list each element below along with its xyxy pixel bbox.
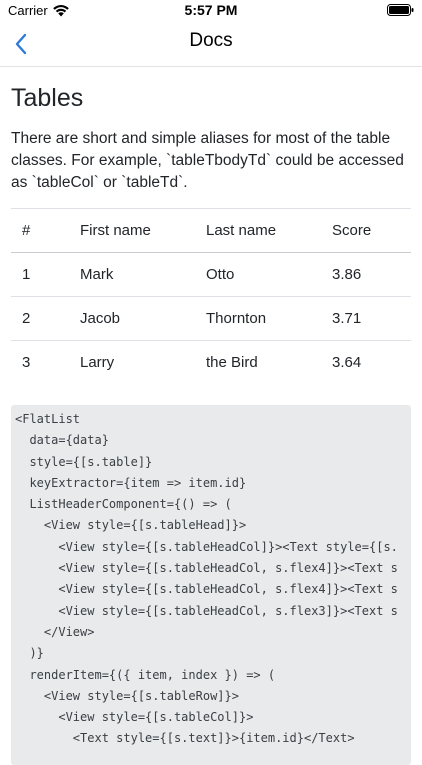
battery-icon <box>387 4 414 16</box>
example-table: # First name Last name Score 1 Mark Otto… <box>11 208 411 384</box>
navigation-bar: Docs <box>0 22 422 67</box>
code-line: <View style={[s.tableCol]}> <box>15 710 254 725</box>
table-cell: Larry <box>69 340 195 384</box>
page-title: Tables <box>11 84 84 112</box>
code-line: <FlatList <box>15 412 81 426</box>
code-line: <View style={[s.tableHeadCol, s.flex4]}>… <box>15 561 398 576</box>
code-line: ListHeaderComponent={() => ( <box>15 497 232 512</box>
code-line: <View style={[s.tableHeadCol]}><Text sty… <box>15 539 398 554</box>
table-header-row: # First name Last name Score <box>11 208 411 253</box>
column-header-number: # <box>11 208 69 253</box>
code-line: <View style={[s.tableRow]}> <box>15 688 239 703</box>
code-line: </View> <box>15 624 95 639</box>
column-header-score: Score <box>321 208 411 253</box>
table-cell: Jacob <box>69 296 195 341</box>
code-line: <View style={[s.tableHeadCol, s.flex4]}>… <box>15 582 398 597</box>
code-line: <View style={[s.tableHead]}> <box>15 518 247 533</box>
table-cell: 2 <box>11 296 69 341</box>
table-cell: the Bird <box>195 340 321 384</box>
table-cell: 1 <box>11 252 69 297</box>
code-line: <Text style={[s.text]}>{item.id}</Text> <box>15 731 355 746</box>
table-cell: 3.86 <box>321 252 411 297</box>
status-bar: Carrier 5:57 PM <box>0 0 422 22</box>
table-cell: Thornton <box>195 296 321 341</box>
code-line: data={data} <box>15 433 109 448</box>
table-row: 1 Mark Otto 3.86 <box>11 252 411 297</box>
code-line: renderItem={({ item, index }) => ( <box>15 667 276 682</box>
nav-title: Docs <box>189 30 233 51</box>
column-header-first-name: First name <box>69 208 195 253</box>
table-cell: Mark <box>69 252 195 297</box>
code-example: <FlatList data={data} style={[s.table]} … <box>11 405 411 765</box>
column-header-last-name: Last name <box>195 208 321 253</box>
table-cell: 3.71 <box>321 296 411 341</box>
code-line: keyExtractor={item => item.id} <box>15 475 247 490</box>
table-cell: 3 <box>11 340 69 384</box>
intro-paragraph: There are short and simple aliases for m… <box>11 130 404 191</box>
code-line: <View style={[s.tableHeadCol, s.flex3]}>… <box>15 603 398 618</box>
code-line: style={[s.table]} <box>15 454 153 469</box>
table-cell: Otto <box>195 252 321 297</box>
code-line: )} <box>15 646 44 661</box>
table-row: 2 Jacob Thornton 3.71 <box>11 296 411 341</box>
table-cell: 3.64 <box>321 340 411 384</box>
docs-content: Tables There are short and simple aliase… <box>11 66 411 765</box>
clock: 5:57 PM <box>184 2 238 18</box>
table-row: 3 Larry the Bird 3.64 <box>11 340 411 384</box>
